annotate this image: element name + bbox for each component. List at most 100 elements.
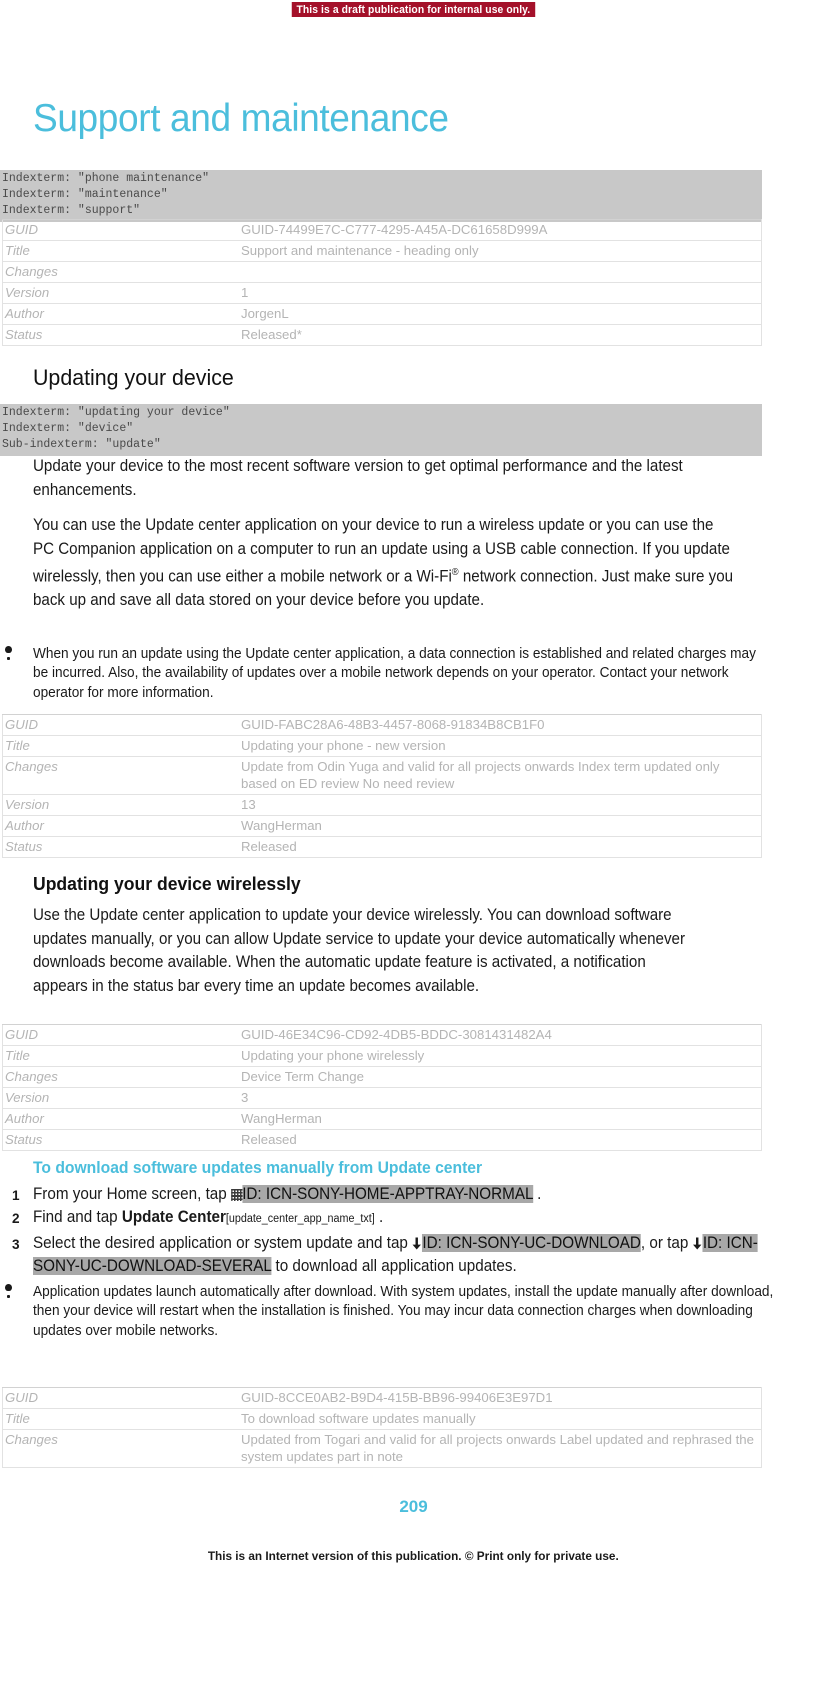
paragraph-update-methods: You can use the Update center applicatio…: [33, 514, 735, 613]
paragraph-wireless-intro: Use the Update center application to upd…: [33, 906, 686, 995]
meta-key: Version: [2, 794, 239, 816]
indexterm-block-support: Indexterm: "phone maintenance" Indexterm…: [0, 170, 762, 222]
meta-key: GUID: [2, 1387, 239, 1409]
table-row: Status Released: [2, 836, 762, 858]
metadata-table-support: GUID GUID-74499E7C-C777-4295-A45A-DC6165…: [2, 219, 762, 346]
heading-procedure-download-manually: To download software updates manually fr…: [33, 1159, 483, 1177]
registered-mark: ®: [451, 567, 459, 579]
meta-key: GUID: [2, 714, 239, 736]
meta-key: GUID: [2, 1024, 239, 1046]
meta-value: 1: [239, 282, 762, 304]
ui-element-name[interactable]: Update Center: [122, 1208, 226, 1226]
meta-key: Changes: [2, 261, 239, 283]
meta-key: GUID: [2, 219, 239, 241]
meta-value: Released: [239, 1129, 762, 1151]
meta-value: Updating your phone wirelessly: [239, 1045, 762, 1067]
table-row: Title Support and maintenance - heading …: [2, 240, 762, 262]
meta-value: GUID-FABC28A6-48B3-4457-8068-91834B8CB1F…: [239, 714, 762, 736]
draft-banner: This is a draft publication for internal…: [0, 0, 827, 17]
meta-key: Changes: [2, 1066, 239, 1088]
note-exclamation-icon: [4, 1284, 15, 1306]
table-row: GUID GUID-FABC28A6-48B3-4457-8068-91834B…: [2, 714, 762, 736]
step-text-part: , or tap: [640, 1233, 693, 1252]
table-row: GUID GUID-46E34C96-CD92-4DB5-BDDC-308143…: [2, 1024, 762, 1046]
table-row: Title Updating your phone wirelessly: [2, 1045, 762, 1067]
draft-banner-text: This is a draft publication for internal…: [291, 2, 536, 17]
procedure-steps-list: 1 From your Home screen, tap ID: ICN-SON…: [12, 1183, 778, 1279]
icon-id-highlight: ID: ICN-SONY-UC-DOWNLOAD: [422, 1233, 641, 1252]
metadata-table-updating: GUID GUID-FABC28A6-48B3-4457-8068-91834B…: [2, 714, 762, 858]
meta-key: Title: [2, 240, 239, 262]
meta-value: 13: [239, 794, 762, 816]
variable-name: [update_center_app_name_txt]: [225, 1213, 375, 1226]
table-row: Changes Updated from Togari and valid fo…: [2, 1429, 762, 1468]
step-text-part: From your Home screen, tap: [33, 1185, 231, 1203]
meta-value: WangHerman: [239, 815, 762, 837]
meta-key: Author: [2, 303, 239, 325]
table-row: Status Released*: [2, 324, 762, 346]
meta-key: Status: [2, 1129, 239, 1151]
meta-value: WangHerman: [239, 1108, 762, 1130]
list-item: 1 From your Home screen, tap ID: ICN-SON…: [12, 1183, 778, 1206]
note-exclamation-icon: [4, 646, 15, 668]
meta-key: Title: [2, 1408, 239, 1430]
heading-updating-your-device: Updating your device: [33, 365, 234, 390]
download-arrow-icon[interactable]: [412, 1235, 422, 1250]
meta-value: JorgenL: [239, 303, 762, 325]
indexterm-line: Sub-indexterm: "update": [2, 438, 161, 452]
step-text: Select the desired application or system…: [33, 1232, 778, 1279]
meta-value: Released: [239, 836, 762, 858]
step-number: 1: [12, 1188, 20, 1203]
meta-key: Author: [2, 815, 239, 837]
indexterm-line: Indexterm: "maintenance": [2, 188, 168, 202]
footer-copyright-text: This is an Internet version of this publ…: [208, 1549, 619, 1563]
meta-key: Title: [2, 1045, 239, 1067]
note-text: Application updates launch automatically…: [33, 1284, 774, 1339]
meta-value: Updating your phone - new version: [239, 735, 762, 757]
table-row: Author WangHerman: [2, 1108, 762, 1130]
meta-value: GUID-8CCE0AB2-B9D4-415B-BB96-99406E3E97D…: [239, 1387, 762, 1409]
step-text: Find and tap Update Center[update_center…: [33, 1206, 778, 1231]
meta-value: To download software updates manually: [239, 1408, 762, 1430]
list-item: 2 Find and tap Update Center[update_cent…: [12, 1206, 778, 1231]
step-number: 2: [12, 1211, 20, 1227]
step-text-part: .: [374, 1208, 384, 1227]
metadata-table-procedure: GUID GUID-8CCE0AB2-B9D4-415B-BB96-99406E…: [2, 1387, 762, 1468]
step-text-part: Find and tap: [33, 1208, 122, 1227]
step-text-part: to download all application updates.: [271, 1257, 517, 1276]
step-text-part: Select the desired application or system…: [33, 1233, 413, 1252]
apptray-grid-icon[interactable]: [230, 1189, 243, 1201]
meta-key: Changes: [2, 1429, 239, 1468]
table-row: Author JorgenL: [2, 303, 762, 325]
page-title: Support and maintenance: [33, 97, 449, 140]
footer-copyright: This is an Internet version of this publ…: [0, 1549, 827, 1563]
metadata-table-wireless: GUID GUID-46E34C96-CD92-4DB5-BDDC-308143…: [2, 1024, 762, 1151]
table-row: Changes: [2, 261, 762, 283]
meta-value: Released*: [239, 324, 762, 346]
table-row: Version 3: [2, 1087, 762, 1109]
table-row: Changes Device Term Change: [2, 1066, 762, 1088]
table-row: Status Released: [2, 1129, 762, 1151]
indexterm-line: Indexterm: "support": [2, 204, 141, 218]
meta-key: Author: [2, 1108, 239, 1130]
meta-value: 3: [239, 1087, 762, 1109]
meta-key: Title: [2, 735, 239, 757]
table-row: GUID GUID-74499E7C-C777-4295-A45A-DC6165…: [2, 219, 762, 241]
indexterm-block-updating: Indexterm: "updating your device" Indext…: [0, 404, 762, 456]
table-row: Title To download software updates manua…: [2, 1408, 762, 1430]
step-number: 3: [12, 1236, 20, 1252]
step-text: From your Home screen, tap ID: ICN-SONY-…: [33, 1183, 778, 1206]
meta-value: Support and maintenance - heading only: [239, 240, 762, 262]
icon-id-highlight: ID: ICN-SONY-HOME-APPTRAY-NORMAL: [242, 1185, 533, 1203]
meta-value: Update from Odin Yuga and valid for all …: [239, 756, 762, 795]
indexterm-line: Indexterm: "updating your device": [2, 406, 230, 419]
meta-key: Version: [2, 1087, 239, 1109]
download-arrow-icon[interactable]: [693, 1235, 703, 1250]
heading-updating-wirelessly: Updating your device wirelessly: [33, 873, 301, 894]
meta-value: [239, 261, 762, 283]
meta-key: Status: [2, 324, 239, 346]
note-text: When you run an update using the Update …: [33, 646, 756, 701]
meta-value: GUID-46E34C96-CD92-4DB5-BDDC-3081431482A…: [239, 1024, 762, 1046]
meta-value: GUID-74499E7C-C777-4295-A45A-DC61658D999…: [239, 219, 762, 241]
step-text-part: .: [532, 1185, 542, 1203]
